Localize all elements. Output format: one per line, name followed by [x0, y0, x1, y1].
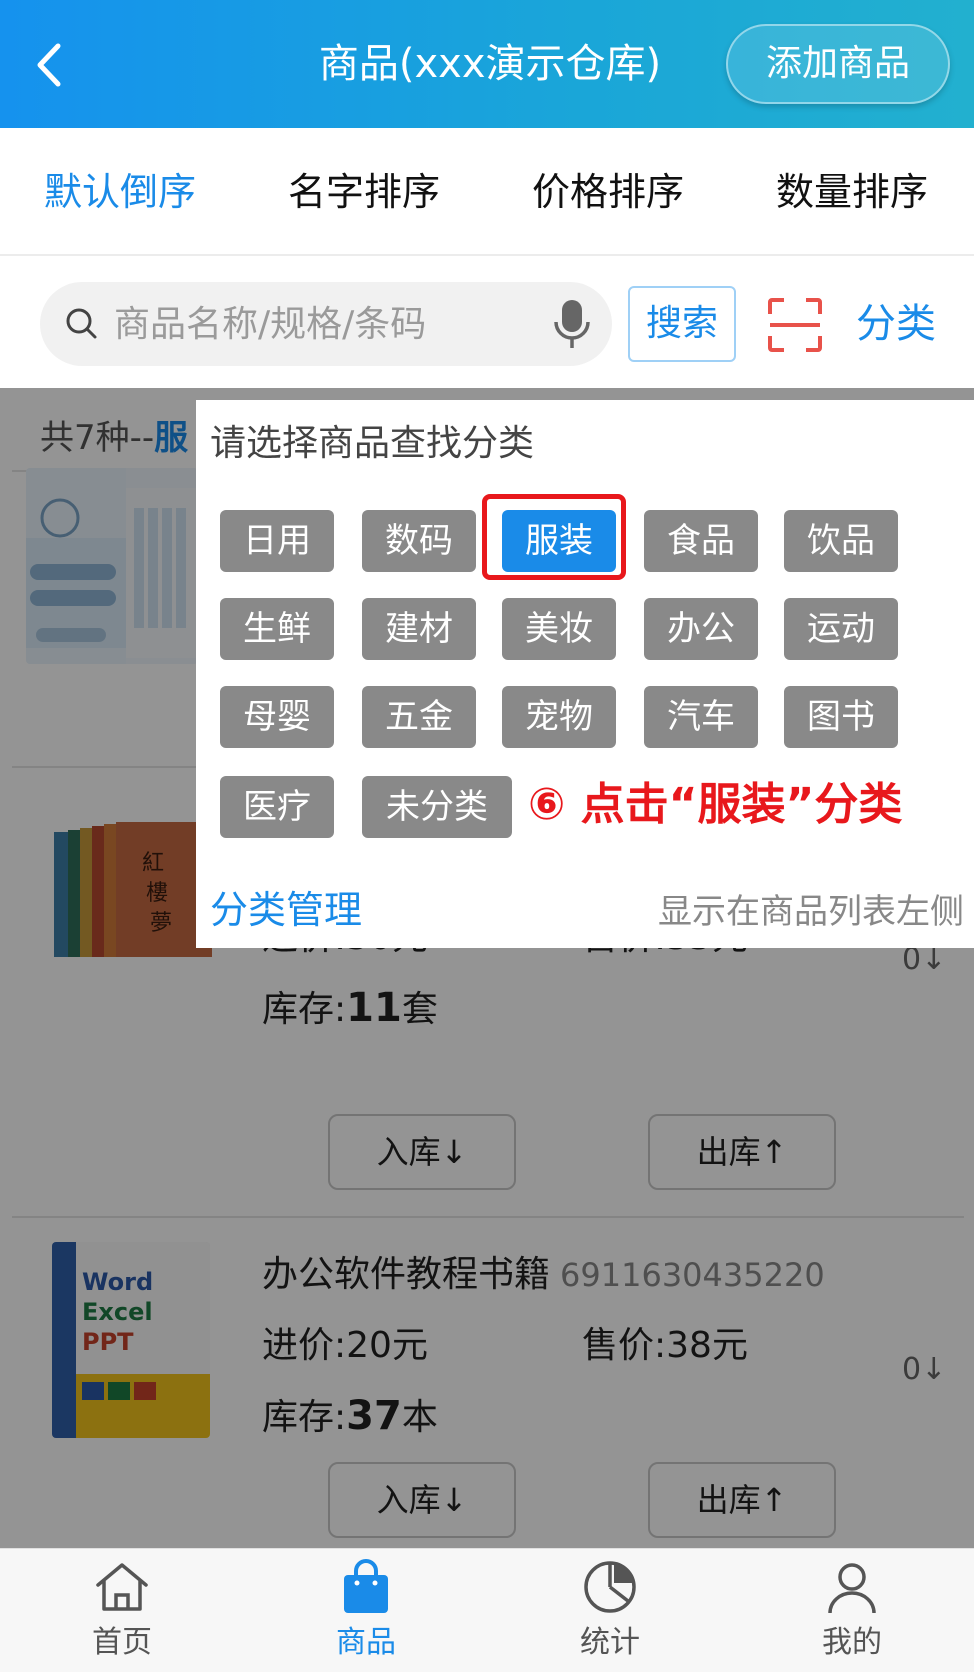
- tab-quantity-sort[interactable]: 数量排序: [776, 162, 928, 222]
- microphone-icon[interactable]: [550, 296, 594, 352]
- category-chip-books[interactable]: 图书: [784, 686, 898, 748]
- instruction-tip: ⑥ 点击“服装”分类: [528, 779, 903, 830]
- category-chip-drinks[interactable]: 饮品: [784, 510, 898, 572]
- search-input[interactable]: [112, 294, 552, 354]
- category-chip-pets[interactable]: 宠物: [502, 686, 616, 748]
- category-chip-office[interactable]: 办公: [644, 598, 758, 660]
- search-bar: 搜索 分类: [0, 256, 974, 388]
- nav-products[interactable]: 商品: [266, 1549, 466, 1673]
- category-chip-baby[interactable]: 母婴: [220, 686, 334, 748]
- user-icon: [828, 1563, 876, 1614]
- category-chip-fresh[interactable]: 生鲜: [220, 598, 334, 660]
- search-button[interactable]: 搜索: [628, 286, 736, 362]
- shopping-bag-icon: [344, 1559, 388, 1613]
- chevron-left-icon: [37, 43, 61, 87]
- top-app-bar: 商品(xxx演示仓库) 添加商品: [0, 0, 974, 128]
- highlight-annotation: [482, 494, 626, 580]
- category-picker-panel: 请选择商品查找分类 日用 数码 服装 食品 饮品 生鲜 建材 美妆 办公 运动 …: [196, 400, 974, 948]
- category-chip-hardware[interactable]: 五金: [362, 686, 476, 748]
- nav-home[interactable]: 首页: [22, 1549, 222, 1673]
- category-chip-food[interactable]: 食品: [644, 510, 758, 572]
- tab-default-desc[interactable]: 默认倒序: [44, 162, 196, 222]
- search-box: [40, 282, 612, 366]
- add-product-button[interactable]: 添加商品: [726, 24, 950, 104]
- category-chip-uncategorized[interactable]: 未分类: [362, 776, 512, 838]
- nav-label: 首页: [92, 1625, 152, 1660]
- nav-label: 统计: [580, 1625, 640, 1660]
- category-chip-sports[interactable]: 运动: [784, 598, 898, 660]
- back-button[interactable]: [30, 40, 70, 90]
- search-icon: [66, 308, 97, 339]
- category-chip-daily[interactable]: 日用: [220, 510, 334, 572]
- sort-tabs: 默认倒序 名字排序 价格排序 数量排序: [0, 128, 974, 256]
- category-link[interactable]: 分类: [856, 294, 956, 354]
- category-chip-beauty[interactable]: 美妆: [502, 598, 616, 660]
- category-chip-auto[interactable]: 汽车: [644, 686, 758, 748]
- pie-chart-icon: [584, 1561, 636, 1613]
- category-chip-medical[interactable]: 医疗: [220, 776, 334, 838]
- nav-label: 商品: [336, 1625, 396, 1660]
- home-icon: [96, 1563, 148, 1611]
- nav-mine[interactable]: 我的: [752, 1549, 952, 1673]
- tab-price-sort[interactable]: 价格排序: [532, 162, 684, 222]
- nav-statistics[interactable]: 统计: [510, 1549, 710, 1673]
- panel-title: 请选择商品查找分类: [210, 423, 535, 464]
- tab-name-sort[interactable]: 名字排序: [288, 162, 440, 222]
- scan-icon[interactable]: [766, 296, 824, 354]
- bottom-nav: 首页 商品 统计 我的: [0, 1548, 974, 1672]
- category-chip-digital[interactable]: 数码: [362, 510, 476, 572]
- category-chip-building[interactable]: 建材: [362, 598, 476, 660]
- panel-note: 显示在商品列表左侧: [658, 892, 964, 932]
- category-manage-link[interactable]: 分类管理: [210, 882, 362, 938]
- page-title: 商品(xxx演示仓库): [318, 41, 662, 87]
- nav-label: 我的: [822, 1625, 882, 1660]
